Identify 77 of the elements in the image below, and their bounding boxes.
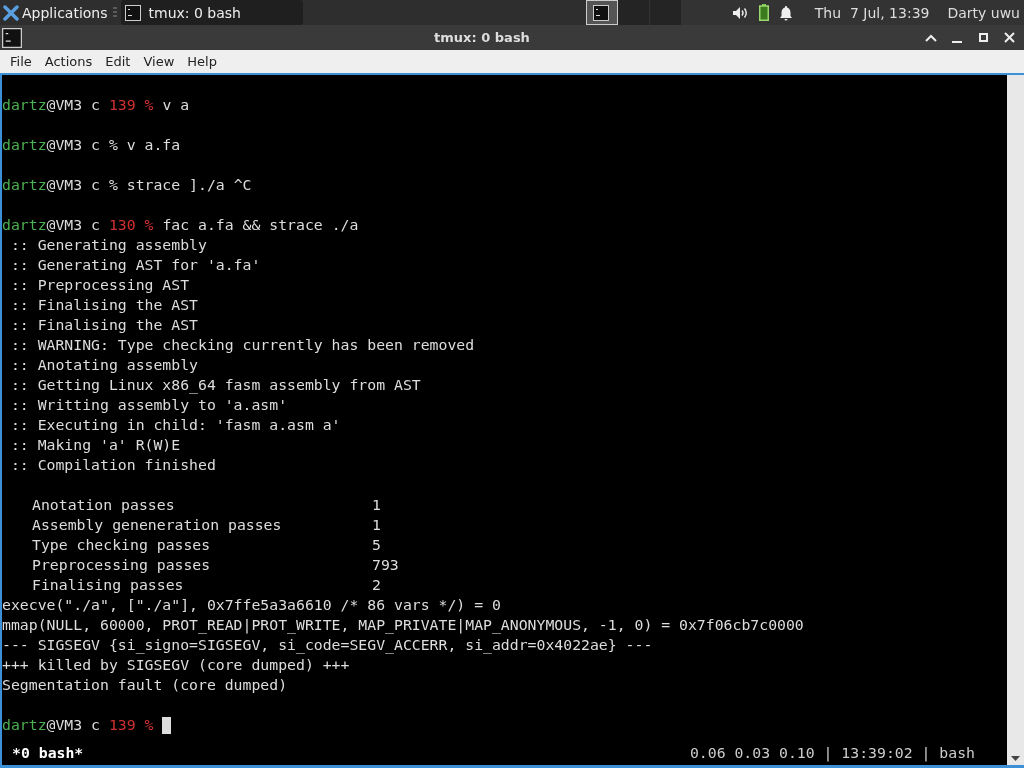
prompt-host: @VM3 c <box>46 95 101 115</box>
grip-icon <box>112 5 117 18</box>
command-text: v a.fa <box>125 135 181 155</box>
chevron-up-icon <box>925 33 937 42</box>
scrollbar[interactable] <box>1007 75 1024 765</box>
stat-label: Preprocessing passes <box>32 555 212 575</box>
maximize-icon <box>978 33 988 42</box>
prompt-host: @VM3 c <box>46 175 101 195</box>
output-line: +++ killed by SIGSEGV (core dumped) +++ <box>2 655 350 675</box>
stat-value: 5 <box>372 535 382 555</box>
taskbar-button[interactable]: tmux: 0 bash <box>120 0 303 25</box>
stat-value: 1 <box>372 495 382 515</box>
output-line: :: Making 'a' R(W)E <box>9 435 181 455</box>
prompt-user: dartz <box>2 175 47 195</box>
speaker-icon[interactable] <box>731 5 749 20</box>
prompt-host: @VM3 c <box>46 715 101 735</box>
close-icon <box>1003 32 1015 43</box>
command-text: strace ]./a ^C <box>125 175 252 195</box>
exit-code: 139 <box>108 715 137 735</box>
output-line: --- SIGSEGV {si_signo=SIGSEGV, si_code=SEGV_ACCERR, si_addr=0x4022ae} --- <box>2 635 653 655</box>
stat-label: Type checking passes <box>32 535 212 555</box>
output-line: :: Finalising the AST <box>9 295 198 315</box>
menu-item[interactable]: View <box>137 53 181 70</box>
stat-value: 793 <box>372 555 400 575</box>
tmux-status: 0.06 0.03 0.10 | 13:39:02 | bash <box>689 743 975 764</box>
output-line: :: Anotating assembly <box>9 355 198 375</box>
output-line: :: Compilation finished <box>9 455 216 475</box>
window-title: tmux: 0 bash <box>433 30 531 45</box>
output-line: :: Executing in child: 'fasm a.asm a' <box>9 415 341 435</box>
output-line: mmap(NULL, 60000, PROT_READ|PROT_WRITE, MAP_PRIVATE|MAP_ANONYMOUS, -1, 0) = 0x7f06cb7c0000 <box>2 615 804 635</box>
menu-item[interactable]: File <box>4 53 38 70</box>
prompt-host: @VM3 c <box>46 135 101 155</box>
prompt-user: dartz <box>2 95 47 115</box>
battery-icon[interactable] <box>758 4 769 21</box>
stat-label: Assembly geneneration passes <box>32 515 283 535</box>
output-line: :: Getting Linux x86_64 fasm assembly from AST <box>9 375 421 395</box>
prompt-user: dartz <box>2 215 47 235</box>
output-line: :: WARNING: Type checking currently has been removed <box>9 335 475 355</box>
menu-item[interactable]: Help <box>181 53 223 70</box>
prompt-user: dartz <box>2 135 47 155</box>
prompt-sign: % <box>144 95 154 115</box>
prompt-sign: % <box>108 175 118 195</box>
command-text: fac a.fa && strace ./a <box>161 215 359 235</box>
stat-label: Anotation passes <box>32 495 176 515</box>
output-line: :: Finalising the AST <box>9 315 198 335</box>
x-logo-icon <box>3 4 19 21</box>
prompt-sign: % <box>144 715 154 735</box>
clock[interactable]: Thu 7 Jul, 13:39 <box>814 4 930 21</box>
prompt-sign: % <box>108 135 118 155</box>
output-line: execve("./a", ["./a"], 0x7ffe5a3a6610 /* 86 vars */) = 0 <box>2 595 501 615</box>
terminal-icon <box>124 4 141 21</box>
exit-code: 130 <box>108 215 137 235</box>
terminal-icon <box>593 4 610 21</box>
bell-icon[interactable] <box>778 4 793 21</box>
output-line: Segmentation fault (core dumped) <box>2 675 288 695</box>
exit-code: 139 <box>108 95 137 115</box>
workspace-button[interactable] <box>617 0 650 25</box>
tmux-window-tab[interactable]: *0 bash* <box>12 743 84 765</box>
user-name[interactable]: Darty uwu <box>947 4 1020 21</box>
command-text: v a <box>161 95 190 115</box>
output-line: :: Writting assembly to 'a.asm' <box>9 395 288 415</box>
output-line: :: Preprocessing AST <box>9 275 190 295</box>
prompt-sign: % <box>144 215 154 235</box>
menu-item[interactable]: Edit <box>99 53 137 70</box>
prompt-user: dartz <box>2 715 47 735</box>
stat-value: 1 <box>372 515 382 535</box>
prompt-host: @VM3 c <box>46 215 101 235</box>
menu-item[interactable]: Actions <box>38 53 99 70</box>
minimize-icon <box>952 40 962 43</box>
stat-label: Finalising passes <box>32 575 185 595</box>
down-arrow-icon <box>1011 756 1020 761</box>
output-line: :: Generating assembly <box>9 235 207 255</box>
workspace-button[interactable] <box>585 0 618 25</box>
stat-value: 2 <box>372 575 382 595</box>
output-line: :: Generating AST for 'a.fa' <box>9 255 261 275</box>
applications-menu[interactable]: Applications <box>0 0 111 25</box>
terminal-icon <box>2 27 22 48</box>
